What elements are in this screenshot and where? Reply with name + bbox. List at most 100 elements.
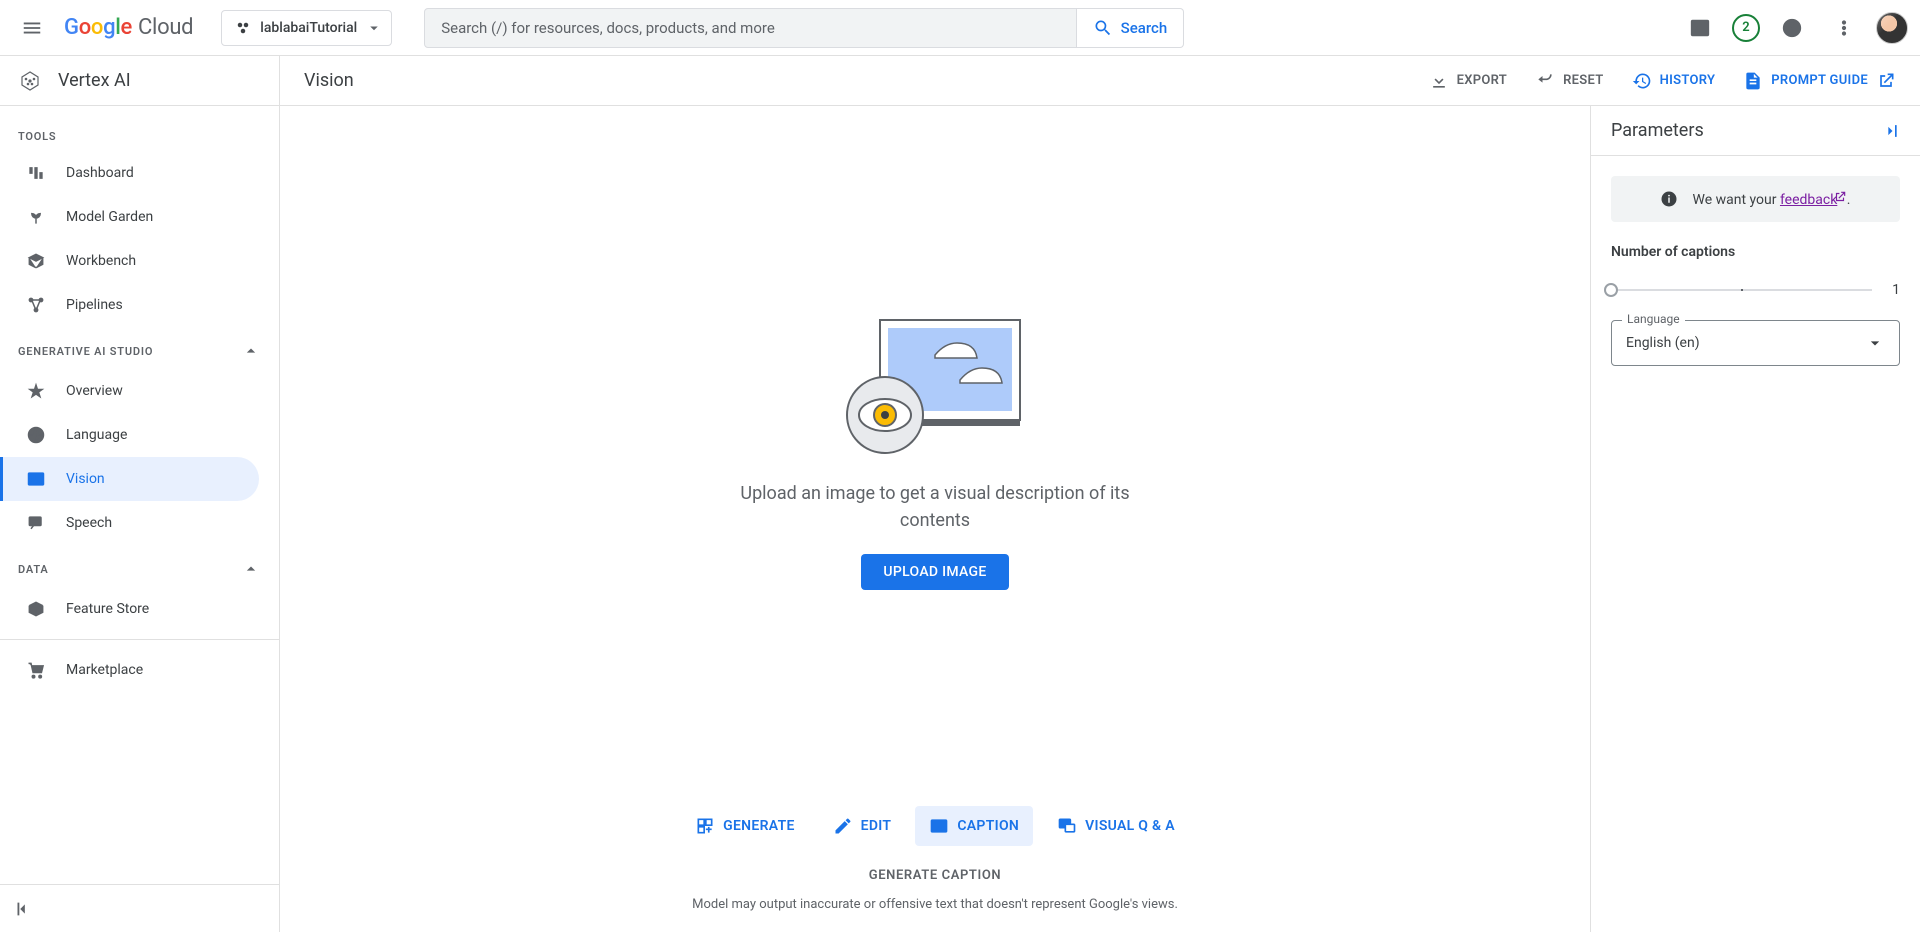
- vision-icon: [26, 469, 46, 489]
- sidebar-nav: TOOLS Dashboard Model Garden Workbench P…: [0, 106, 279, 884]
- num-captions-value: 1: [1886, 282, 1900, 298]
- language-icon: [26, 425, 46, 445]
- caption-section: GENERATE CAPTION Model may output inaccu…: [280, 858, 1590, 932]
- menu-button[interactable]: [12, 8, 52, 48]
- sidebar-item-vision[interactable]: Vision: [0, 457, 259, 501]
- caret-down-icon: [365, 19, 383, 37]
- trial-badge[interactable]: 2: [1732, 14, 1760, 42]
- sidebar-item-speech[interactable]: Speech: [0, 501, 259, 545]
- external-link-icon: [1876, 71, 1896, 91]
- project-name: lablabaiTutorial: [260, 20, 357, 36]
- undo-icon: [1535, 71, 1555, 91]
- logo-google: Google: [64, 15, 132, 40]
- language-select[interactable]: Language English (en): [1611, 320, 1900, 366]
- feedback-link[interactable]: feedback: [1780, 192, 1837, 208]
- account-avatar[interactable]: [1876, 12, 1908, 44]
- sidebar-item-language[interactable]: Language: [0, 413, 259, 457]
- export-button[interactable]: EXPORT: [1429, 71, 1508, 91]
- upload-image-button[interactable]: UPLOAD IMAGE: [861, 554, 1008, 590]
- hamburger-icon: [21, 17, 43, 39]
- cloud-shell-icon: [1689, 17, 1711, 39]
- workbench-icon: [26, 251, 46, 271]
- page-title: Vision: [304, 70, 354, 91]
- tab-caption[interactable]: CAPTION: [915, 806, 1033, 846]
- search-button-label: Search: [1121, 19, 1168, 37]
- caption-note: Model may output inaccurate or offensive…: [300, 897, 1570, 912]
- help-button[interactable]: [1772, 8, 1812, 48]
- slider-track: [1611, 289, 1872, 291]
- search-button[interactable]: Search: [1077, 8, 1185, 48]
- search-wrap: Search (/) for resources, docs, products…: [424, 8, 1184, 48]
- num-captions-slider[interactable]: 1: [1611, 282, 1900, 298]
- tab-visual-qa[interactable]: VISUAL Q & A: [1043, 806, 1189, 846]
- speech-icon: [26, 513, 46, 533]
- sidebar-item-feature-store[interactable]: Feature Store: [0, 587, 259, 631]
- upload-illustration: [840, 310, 1030, 460]
- external-link-icon: [1833, 190, 1847, 204]
- sidebar-item-model-garden[interactable]: Model Garden: [0, 195, 259, 239]
- help-icon: [1781, 17, 1803, 39]
- sidebar-item-workbench[interactable]: Workbench: [0, 239, 259, 283]
- pipelines-icon: [26, 295, 46, 315]
- sidebar-footer: [0, 884, 279, 932]
- canvas: Upload an image to get a visual descript…: [280, 106, 1590, 932]
- topbar-right: 2: [1680, 8, 1908, 48]
- more-button[interactable]: [1824, 8, 1864, 48]
- search-input[interactable]: Search (/) for resources, docs, products…: [424, 8, 1076, 48]
- collapse-sidebar-icon[interactable]: [12, 898, 34, 920]
- sidebar-item-overview[interactable]: Overview: [0, 369, 259, 413]
- edit-icon: [833, 816, 853, 836]
- document-icon: [1743, 71, 1763, 91]
- num-captions-label: Number of captions: [1611, 244, 1900, 260]
- caption-section-title: GENERATE CAPTION: [300, 868, 1570, 883]
- search-placeholder: Search (/) for resources, docs, products…: [441, 19, 775, 37]
- caption-icon: [929, 816, 949, 836]
- chevron-up-icon: [241, 341, 261, 361]
- dashboard-icon: [26, 163, 46, 183]
- sidebar-divider: [0, 639, 279, 640]
- cloud-shell-button[interactable]: [1680, 8, 1720, 48]
- main: Vision EXPORT RESET HISTORY PROMPT GUIDE: [280, 56, 1920, 932]
- google-cloud-logo[interactable]: Google Cloud: [64, 15, 193, 40]
- marketplace-icon: [26, 660, 46, 680]
- overview-icon: [26, 381, 46, 401]
- feedback-box: We want your feedback .: [1611, 176, 1900, 222]
- product-header: Vertex AI: [0, 56, 279, 106]
- vqa-icon: [1057, 816, 1077, 836]
- caret-down-icon: [1865, 333, 1885, 353]
- model-garden-icon: [26, 207, 46, 227]
- project-selector[interactable]: lablabaiTutorial: [221, 10, 392, 46]
- section-generative-ai[interactable]: GENERATIVE AI STUDIO: [0, 327, 279, 369]
- chevron-up-icon: [241, 559, 261, 579]
- main-header: Vision EXPORT RESET HISTORY PROMPT GUIDE: [280, 56, 1920, 106]
- logo-cloud-text: Cloud: [138, 15, 193, 40]
- tab-generate[interactable]: GENERATE: [681, 806, 809, 846]
- parameters-panel: Parameters We want your feedback . Numbe…: [1590, 106, 1920, 932]
- parameters-body: We want your feedback . Number of captio…: [1591, 156, 1920, 386]
- section-tools: TOOLS: [0, 116, 279, 151]
- tab-edit[interactable]: EDIT: [819, 806, 906, 846]
- search-icon: [1093, 18, 1113, 38]
- parameters-title: Parameters: [1611, 120, 1704, 141]
- prompt-guide-button[interactable]: PROMPT GUIDE: [1743, 71, 1896, 91]
- feature-store-icon: [26, 599, 46, 619]
- upload-zone: Upload an image to get a visual descript…: [280, 106, 1590, 793]
- slider-thumb[interactable]: [1604, 283, 1618, 297]
- project-icon: [234, 19, 252, 37]
- header-actions: EXPORT RESET HISTORY PROMPT GUIDE: [1429, 71, 1896, 91]
- collapse-panel-icon[interactable]: [1880, 121, 1900, 141]
- more-vert-icon: [1833, 17, 1855, 39]
- history-button[interactable]: HISTORY: [1632, 71, 1716, 91]
- upload-instructions: Upload an image to get a visual descript…: [715, 480, 1155, 534]
- sidebar-item-pipelines[interactable]: Pipelines: [0, 283, 259, 327]
- section-data[interactable]: DATA: [0, 545, 279, 587]
- reset-button[interactable]: RESET: [1535, 71, 1603, 91]
- sidebar-item-marketplace[interactable]: Marketplace: [0, 648, 259, 692]
- topbar: Google Cloud lablabaiTutorial Search (/)…: [0, 0, 1920, 56]
- sidebar-item-dashboard[interactable]: Dashboard: [0, 151, 259, 195]
- product-name: Vertex AI: [58, 70, 131, 91]
- parameters-header: Parameters: [1591, 106, 1920, 156]
- vertex-ai-icon: [18, 69, 42, 93]
- download-icon: [1429, 71, 1449, 91]
- mode-tabs: GENERATE EDIT CAPTION VISUAL Q & A: [280, 793, 1590, 858]
